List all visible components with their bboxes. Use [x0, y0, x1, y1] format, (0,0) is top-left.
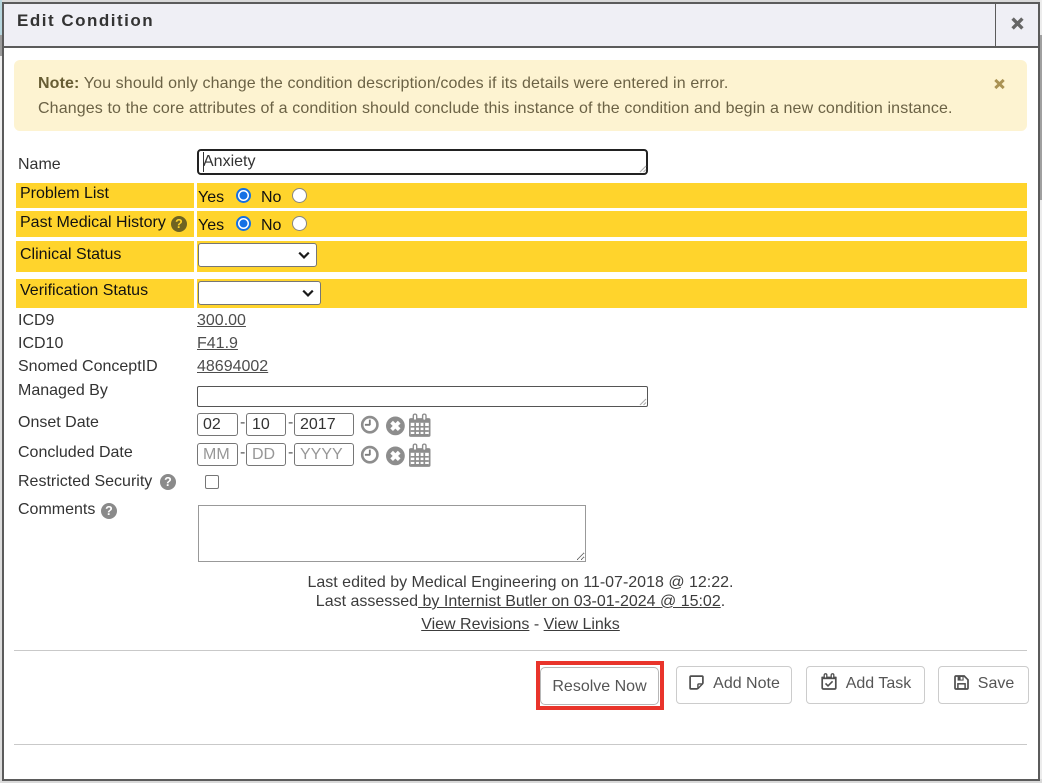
- svg-text:?: ?: [105, 504, 113, 518]
- svg-text:?: ?: [175, 217, 183, 231]
- svg-text:?: ?: [164, 475, 172, 489]
